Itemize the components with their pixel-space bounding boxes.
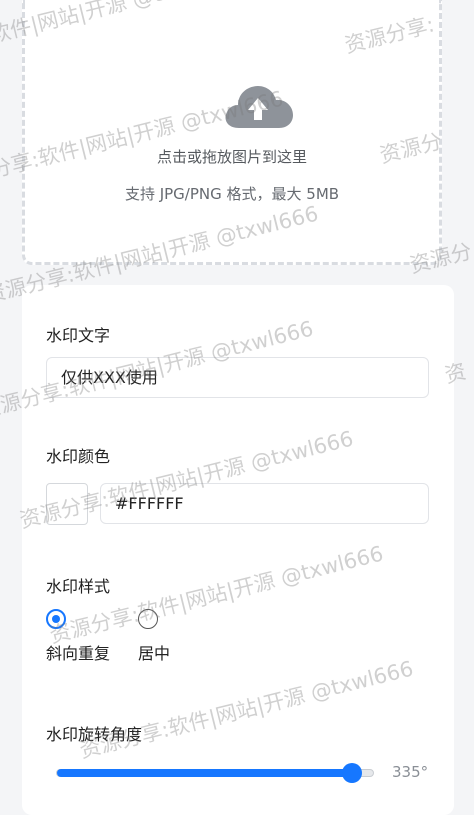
- upload-instruction: 点击或拖放图片到这里: [156, 148, 307, 166]
- color-hex-input[interactable]: #FFFFFF: [100, 483, 429, 524]
- rotation-slider-track[interactable]: [56, 769, 374, 777]
- radio-diagonal-repeat-label: 斜向重复: [46, 644, 111, 663]
- rotation-slider-fill: [57, 769, 353, 777]
- watermark-color-label: 水印颜色: [46, 447, 111, 466]
- upload-dropzone[interactable]: 点击或拖放图片到这里 支持 JPG/PNG 格式，最大 5MB: [22, 0, 442, 265]
- radio-center[interactable]: [138, 609, 158, 629]
- rotation-angle-label: 水印旋转角度: [46, 725, 143, 744]
- color-swatch[interactable]: [46, 483, 88, 525]
- rotation-slider-thumb[interactable]: [341, 763, 362, 783]
- radio-center-label: 居中: [138, 644, 171, 663]
- watermark-settings-panel: 水印文字 仅供XXX使用 水印颜色 #FFFFFF 水印样式 斜向重复 居中 水…: [22, 285, 454, 815]
- watermark-style-label: 水印样式: [46, 577, 111, 596]
- cloud-upload-icon: [221, 82, 297, 130]
- watermark-text-input[interactable]: 仅供XXX使用: [46, 357, 429, 398]
- watermark-text-label: 水印文字: [46, 326, 111, 345]
- upload-format-hint: 支持 JPG/PNG 格式，最大 5MB: [124, 185, 340, 203]
- rotation-value: 335°: [392, 763, 429, 781]
- radio-diagonal-repeat[interactable]: [46, 609, 66, 629]
